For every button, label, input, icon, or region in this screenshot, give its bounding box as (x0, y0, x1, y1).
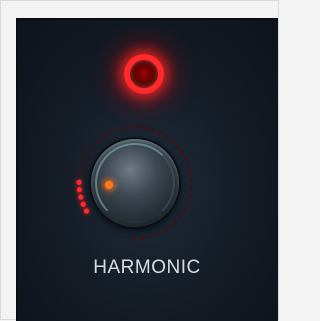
value-dot (95, 140, 99, 144)
value-dot (173, 220, 177, 224)
led-ring (124, 54, 164, 94)
value-dot (182, 208, 186, 212)
value-dot (178, 214, 182, 218)
value-dot (189, 186, 193, 190)
value-dot (148, 235, 152, 239)
value-dot (82, 158, 86, 162)
value-dot (128, 125, 133, 129)
value-dot (180, 150, 184, 155)
value-dot (114, 128, 118, 132)
value-dot (162, 229, 166, 233)
value-dot (136, 125, 140, 129)
value-dot (107, 131, 111, 136)
value-dot (168, 225, 172, 229)
value-dot (183, 157, 188, 161)
plugin-frame: HARMONIC (0, 0, 279, 321)
value-dot (151, 128, 155, 132)
harmonic-knob-control[interactable] (73, 121, 197, 245)
value-dot (189, 179, 193, 183)
value-dot (85, 152, 89, 156)
value-dot (158, 131, 162, 135)
value-dot (76, 187, 83, 193)
value-dot (78, 173, 82, 177)
value-dot (90, 145, 94, 150)
value-dot (185, 201, 189, 205)
value-dot (143, 126, 148, 130)
value-dot (164, 134, 168, 139)
value-dot (76, 179, 82, 185)
knob-indicator-dot (105, 181, 113, 189)
value-dot (186, 164, 190, 168)
value-dot (133, 237, 137, 241)
value-dot (80, 201, 86, 207)
value-dot (140, 236, 145, 241)
knob-label: HARMONIC (93, 257, 201, 278)
status-led-icon (124, 54, 164, 94)
value-dot (187, 194, 192, 198)
value-dot (188, 171, 192, 175)
harmonic-knob[interactable] (91, 139, 179, 227)
value-dot (78, 194, 84, 200)
value-dot (170, 139, 174, 143)
value-dot (79, 165, 83, 170)
value-dot (100, 135, 105, 139)
value-dot (175, 144, 180, 149)
value-dot (83, 208, 90, 214)
value-dot (121, 126, 125, 130)
value-dot (155, 232, 159, 237)
